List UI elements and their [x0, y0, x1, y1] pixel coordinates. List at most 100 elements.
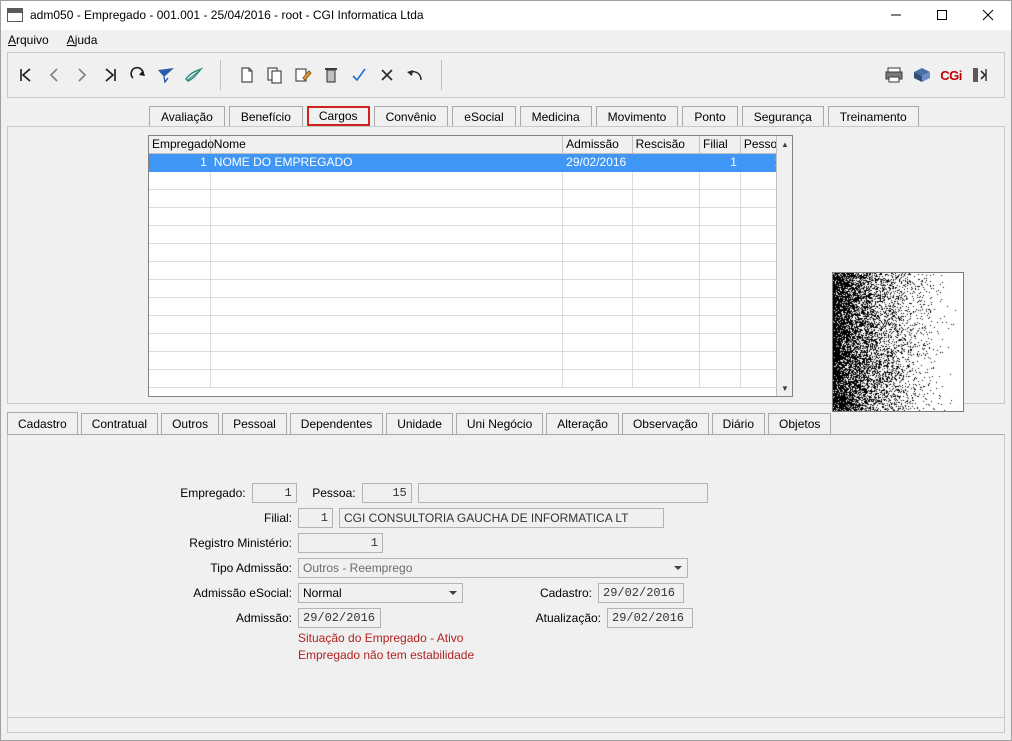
- window-controls: [873, 1, 1011, 29]
- filial-input[interactable]: 1: [298, 508, 333, 528]
- grid-col-rescisao[interactable]: Rescisão: [632, 136, 701, 154]
- table-row[interactable]: [149, 279, 792, 298]
- maximize-button[interactable]: [919, 1, 965, 29]
- filter-button[interactable]: [153, 62, 179, 88]
- atualizacao-input[interactable]: 29/02/2016: [607, 608, 693, 628]
- cell-empty: [562, 207, 633, 226]
- package-button[interactable]: [909, 62, 935, 88]
- tab-cadastro[interactable]: Cadastro: [7, 412, 78, 434]
- confirm-button[interactable]: [346, 62, 372, 88]
- grid-col-nome[interactable]: Nome: [210, 136, 564, 154]
- admissao-input[interactable]: 29/02/2016: [298, 608, 381, 628]
- filial-label: Filial:: [263, 511, 292, 525]
- table-row[interactable]: 1 NOME DO EMPREGADO 29/02/2016 1 15: [149, 153, 792, 172]
- cell-empty: [562, 333, 633, 352]
- menu-item-arquivo[interactable]: AArquivorquivo: [8, 32, 57, 48]
- empregado-input[interactable]: 1: [251, 483, 297, 503]
- situacao-empregado-text: Situação do Empregado - Ativo: [298, 631, 464, 645]
- tab-beneficio[interactable]: Benefício: [228, 106, 303, 126]
- tab-unidade[interactable]: Unidade: [386, 413, 453, 434]
- grid-vertical-scrollbar[interactable]: ▲ ▼: [776, 136, 792, 396]
- cell-empty: [149, 207, 211, 226]
- search-button[interactable]: [181, 62, 207, 88]
- tab-outros[interactable]: Outros: [161, 413, 220, 434]
- admissao-esocial-select[interactable]: Normal: [298, 583, 463, 603]
- copy-record-button[interactable]: [262, 62, 288, 88]
- undo-button[interactable]: [402, 62, 428, 88]
- table-row[interactable]: [149, 225, 792, 244]
- tab-cadastro-label: Cadastro: [18, 416, 67, 431]
- last-record-button[interactable]: [97, 62, 123, 88]
- table-row[interactable]: [149, 189, 792, 208]
- tab-cargos-label: Cargos: [318, 109, 358, 123]
- next-record-button[interactable]: [69, 62, 95, 88]
- cancel-button[interactable]: [374, 62, 400, 88]
- table-row[interactable]: [149, 369, 792, 388]
- tab-medicina[interactable]: Medicina: [519, 106, 592, 126]
- menu-item-ajuda[interactable]: Ajuda: [67, 32, 106, 48]
- tab-medicina-label: Medicina: [531, 109, 580, 124]
- tab-pessoal[interactable]: Pessoal: [222, 413, 287, 434]
- detail-tab-bar: Cadastro Contratual Outros Pessoal Depen…: [7, 412, 1005, 434]
- tab-uni-negocio[interactable]: Uni Negócio: [455, 413, 544, 434]
- table-row[interactable]: [149, 207, 792, 226]
- refresh-button[interactable]: [125, 62, 151, 88]
- edit-record-button[interactable]: [290, 62, 316, 88]
- tab-dependentes[interactable]: Dependentes: [289, 413, 384, 434]
- tab-convenio[interactable]: Convênio: [373, 106, 449, 126]
- tab-ponto[interactable]: Ponto: [682, 106, 738, 126]
- tab-treinamento[interactable]: Treinamento: [827, 106, 919, 126]
- employee-grid[interactable]: Empregado Nome Admissão Rescisão Filial …: [148, 135, 793, 397]
- first-record-button[interactable]: [13, 62, 39, 88]
- table-row[interactable]: [149, 171, 792, 190]
- minimize-button[interactable]: [873, 1, 919, 29]
- filial-nome-input[interactable]: CGI CONSULTORIA GAUCHA DE INFORMATICA LT: [339, 508, 664, 528]
- scroll-down-icon[interactable]: ▼: [777, 380, 792, 396]
- tab-observacao[interactable]: Observação: [621, 413, 709, 434]
- tab-diario[interactable]: Diário: [711, 413, 766, 434]
- cell-empty: [149, 351, 211, 370]
- table-row[interactable]: [149, 261, 792, 280]
- table-row[interactable]: [149, 243, 792, 262]
- table-row[interactable]: [149, 351, 792, 370]
- cell-empty: [210, 297, 564, 316]
- tab-alteracao[interactable]: Alteração: [546, 413, 619, 434]
- new-record-button[interactable]: [234, 62, 260, 88]
- tab-esocial[interactable]: eSocial: [452, 106, 516, 126]
- toolbar-nav-group: [8, 53, 212, 97]
- tab-contratual[interactable]: Contratual: [80, 413, 159, 434]
- cell-empty: [699, 369, 741, 388]
- exit-button[interactable]: [967, 62, 993, 88]
- tab-movimento[interactable]: Movimento: [595, 106, 679, 126]
- table-row[interactable]: [149, 315, 792, 334]
- print-button[interactable]: [881, 62, 907, 88]
- pessoa-input[interactable]: 15: [361, 483, 412, 503]
- tab-treinamento-label: Treinamento: [839, 109, 907, 124]
- tab-avaliacao[interactable]: Avaliação: [149, 106, 225, 126]
- cell-empty: [210, 225, 564, 244]
- tab-objetos[interactable]: Objetos: [768, 413, 832, 434]
- tab-seguranca[interactable]: Segurança: [741, 106, 824, 126]
- grid-col-admissao[interactable]: Admissão: [562, 136, 633, 154]
- delete-record-button[interactable]: [318, 62, 344, 88]
- table-row[interactable]: [149, 333, 792, 352]
- registro-ministerio-input[interactable]: 1: [298, 533, 383, 553]
- cell-empty: [149, 171, 211, 190]
- grid-col-empregado[interactable]: Empregado: [149, 136, 214, 154]
- tipo-admissao-label: Tipo Admissão:: [210, 561, 292, 575]
- close-button[interactable]: [965, 1, 1011, 29]
- table-row[interactable]: [149, 297, 792, 316]
- tab-cargos[interactable]: Cargos: [306, 106, 370, 126]
- tipo-admissao-select[interactable]: Outros - Reemprego: [298, 558, 688, 578]
- cell-rescisao: [632, 153, 701, 172]
- toolbar: CGi: [7, 52, 1005, 98]
- cell-empty: [632, 207, 701, 226]
- pessoa-nome-input[interactable]: [417, 483, 708, 503]
- scroll-up-icon[interactable]: ▲: [777, 136, 792, 152]
- cell-empregado: 1: [149, 153, 211, 172]
- grid-col-filial[interactable]: Filial: [699, 136, 741, 154]
- cadastro-input[interactable]: 29/02/2016: [598, 583, 684, 603]
- previous-record-button[interactable]: [41, 62, 67, 88]
- cell-empty: [210, 189, 564, 208]
- cell-empty: [210, 315, 564, 334]
